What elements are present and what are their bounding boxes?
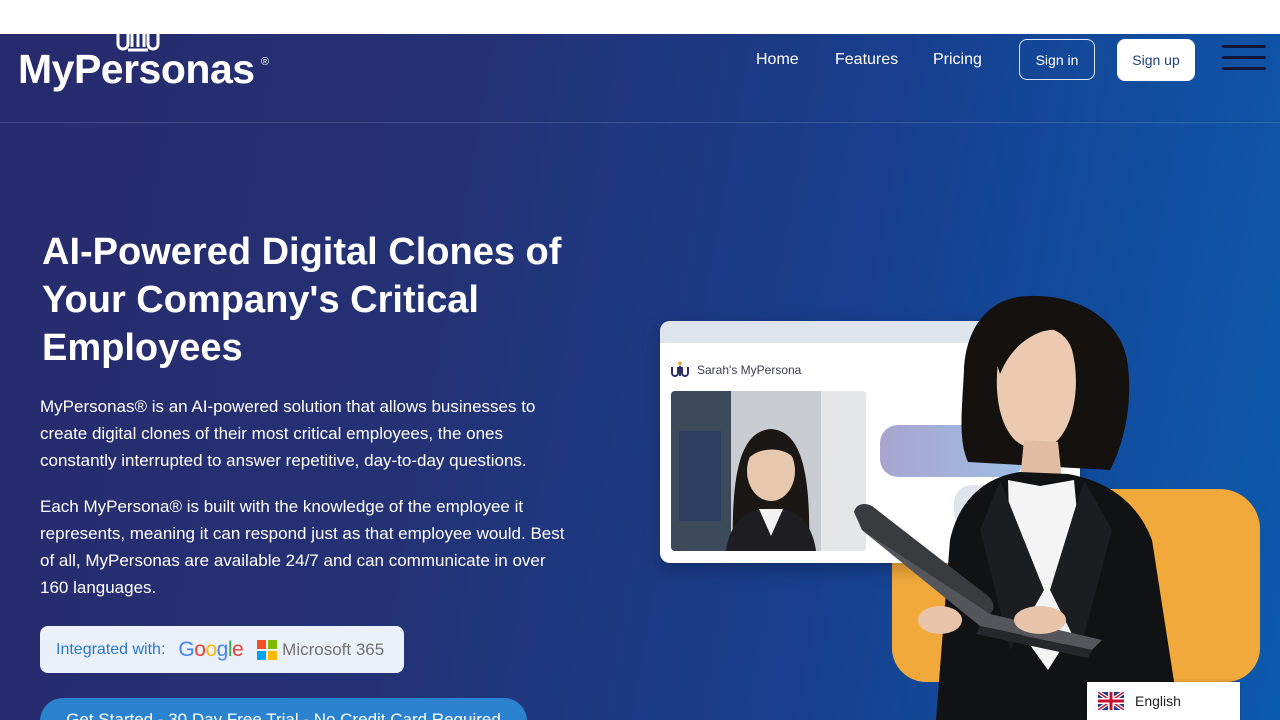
language-label: English	[1135, 693, 1181, 709]
uk-flag-icon	[1098, 692, 1124, 710]
woman-with-laptop-image	[854, 295, 1180, 720]
sign-up-button[interactable]: Sign up	[1117, 39, 1195, 81]
persona-icon	[671, 361, 689, 377]
navbar: MyPersonas ® Home Features Pricing Sign …	[0, 34, 1280, 123]
logo[interactable]: MyPersonas ®	[18, 34, 270, 104]
logo-registered-mark: ®	[261, 56, 270, 68]
integrations-box: Integrated with: Google Microsoft 365	[40, 626, 404, 673]
google-logo: Google	[178, 637, 244, 661]
microsoft-365-label: Microsoft 365	[282, 639, 385, 659]
hero-section: MyPersonas ® Home Features Pricing Sign …	[0, 34, 1280, 720]
sign-in-button[interactable]: Sign in	[1019, 39, 1095, 80]
language-selector[interactable]: English	[1087, 682, 1240, 720]
menu-icon[interactable]	[1222, 45, 1266, 73]
nav-home[interactable]: Home	[756, 51, 799, 69]
logo-text: MyPersonas	[18, 46, 255, 92]
persona-name: Sarah's MyPersona	[697, 363, 802, 377]
hero-paragraph-1: MyPersonas® is an AI-powered solution th…	[40, 397, 536, 470]
hero-headline: AI-Powered Digital Clones of Your Compan…	[42, 231, 562, 369]
hero-paragraph-2: Each MyPersona® is built with the knowle…	[40, 497, 565, 597]
top-white-strip	[0, 0, 1280, 34]
microsoft-logo-icon	[257, 639, 278, 660]
persona-video-image	[671, 391, 866, 551]
nav-features[interactable]: Features	[835, 51, 898, 69]
get-started-button[interactable]: Get Started - 30 Day Free Trial - No Cre…	[40, 698, 527, 720]
integrated-with-label: Integrated with:	[56, 640, 166, 658]
nav-pricing[interactable]: Pricing	[933, 51, 982, 69]
